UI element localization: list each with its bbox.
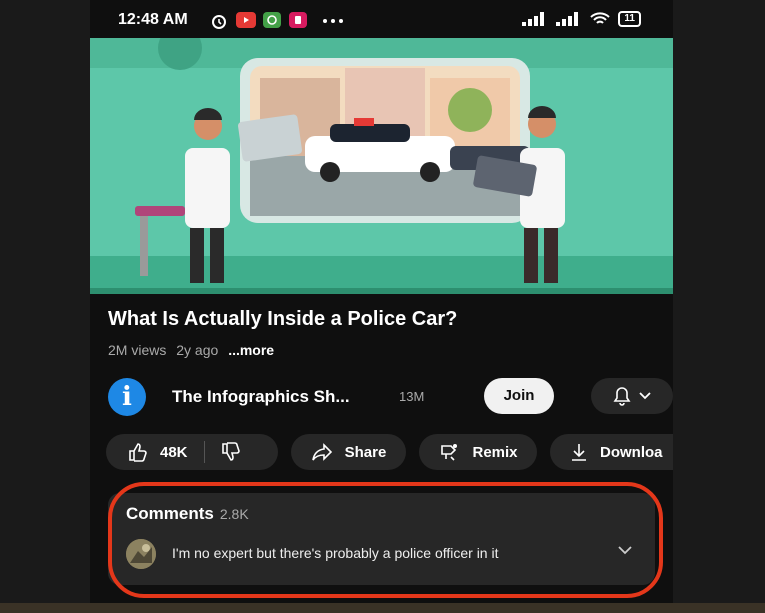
remix-icon (441, 444, 458, 461)
commenter-avatar (126, 539, 156, 569)
share-icon (311, 443, 332, 461)
top-comment-text: I'm no expert but there's probably a pol… (172, 545, 499, 561)
signal-icon (522, 12, 545, 26)
join-button[interactable]: Join (484, 378, 554, 414)
like-count: 48K (160, 443, 188, 461)
upload-age: 2y ago (176, 342, 219, 358)
youtube-notification-icon (236, 12, 256, 28)
channel-avatar[interactable]: i (108, 378, 146, 416)
thumbnail-illustration (90, 38, 673, 294)
like-button[interactable]: 48K (106, 442, 188, 462)
video-title[interactable]: What Is Actually Inside a Police Car? (108, 308, 457, 331)
notification-bell-button[interactable] (591, 378, 673, 414)
share-button[interactable]: Share (291, 434, 406, 470)
chevron-down-icon (639, 392, 651, 400)
channel-row: i The Infographics Sh... 13M Join (108, 376, 673, 418)
wifi-icon (590, 12, 611, 24)
like-divider (203, 441, 205, 463)
dislike-button[interactable] (221, 442, 241, 462)
comments-title: Comments (126, 504, 214, 523)
video-meta[interactable]: 2M views 2y ago ...more (108, 342, 274, 358)
share-label: Share (344, 443, 387, 461)
expand-chevron-icon[interactable] (618, 545, 632, 555)
alarm-icon (212, 15, 226, 29)
more-link[interactable]: ...more (228, 342, 274, 358)
app-notification-icon (289, 12, 307, 28)
remix-label: Remix (472, 443, 518, 461)
more-notifications-icon (323, 19, 343, 23)
signal-icon-2 (556, 12, 579, 26)
whatsapp-notification-icon (263, 12, 281, 28)
video-thumbnail[interactable] (90, 38, 673, 294)
subscriber-count: 13M (399, 389, 425, 404)
channel-name[interactable]: The Infographics Sh... (172, 387, 350, 407)
bell-icon (613, 387, 631, 406)
like-dislike-group: 48K (106, 434, 278, 470)
bottom-edge-strip (0, 603, 765, 613)
download-icon (572, 444, 586, 461)
comments-count: 2.8K (219, 506, 249, 522)
remix-button[interactable]: Remix (419, 434, 537, 470)
download-label: Downloa (600, 443, 663, 461)
phone-screen: 12:48 AM 11 What Is Actually Inside a Po… (90, 0, 673, 613)
status-bar: 12:48 AM 11 (90, 0, 673, 38)
thumbs-up-icon (129, 443, 147, 462)
action-bar: 48K Share Remix Downloa (106, 434, 673, 470)
download-button[interactable]: Downloa (550, 434, 673, 470)
comments-header: Comments 2.8K (126, 504, 249, 524)
view-count: 2M views (108, 342, 167, 358)
battery-indicator: 11 (618, 11, 641, 27)
comments-section[interactable]: Comments 2.8K I'm no expert but there's p… (108, 493, 655, 585)
status-time: 12:48 AM (118, 11, 188, 28)
thumbs-down-icon (221, 442, 240, 461)
